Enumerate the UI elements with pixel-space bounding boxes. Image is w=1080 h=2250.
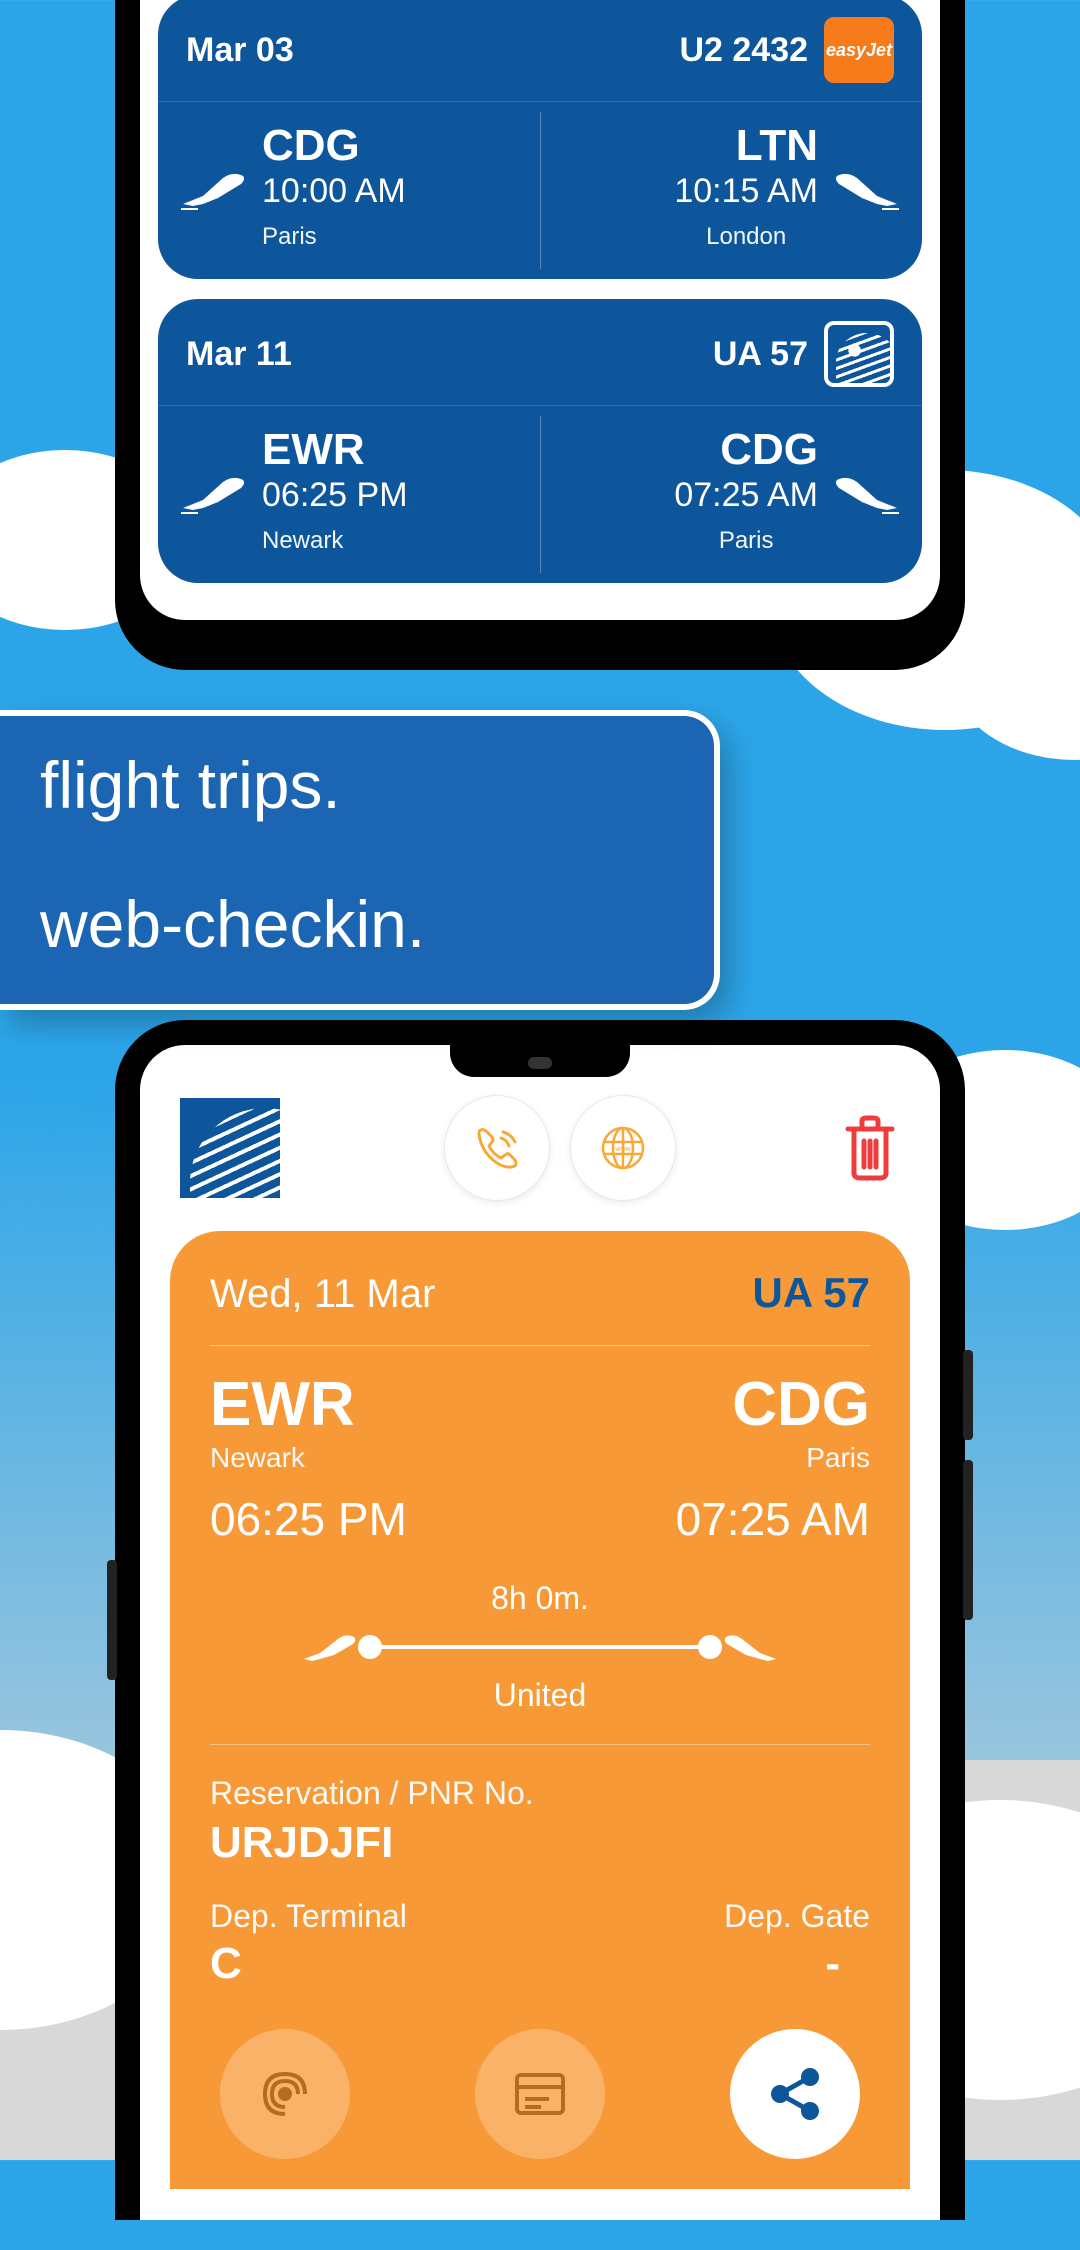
- arrival-code: CDG: [674, 428, 818, 472]
- divider: [210, 1744, 870, 1745]
- flight-number: UA 57: [713, 335, 808, 374]
- promo-line-1: flight trips.: [40, 746, 674, 825]
- detail-date: Wed, 11 Mar: [210, 1272, 435, 1317]
- radar-icon: [250, 2059, 320, 2129]
- phone-side-button: [963, 1350, 973, 1440]
- call-button[interactable]: [444, 1095, 550, 1201]
- globe-icon: www: [595, 1120, 651, 1176]
- detail-arrival-time: 07:25 AM: [676, 1492, 870, 1546]
- divider: [540, 416, 541, 573]
- airline-name: United: [210, 1677, 870, 1714]
- departure-city: Paris: [262, 223, 406, 251]
- plane-takeoff-icon: [178, 470, 248, 514]
- plane-landing-icon: [832, 470, 902, 514]
- phone-mockup-detail: www Wed, 11 Mar UA 57 EWR Newar: [115, 1020, 965, 2220]
- promo-banner: flight trips. web-checkin.: [0, 710, 720, 1010]
- action-button-boarding-pass[interactable]: [475, 2029, 605, 2159]
- dep-terminal-value: C: [210, 1939, 407, 1989]
- flight-duration: 8h 0m.: [210, 1580, 870, 1617]
- card-icon: [505, 2059, 575, 2129]
- dep-gate-label: Dep. Gate: [724, 1898, 870, 1935]
- phone-side-button: [963, 1460, 973, 1620]
- detail-departure-city: Newark: [210, 1442, 407, 1474]
- flight-progress: [210, 1629, 870, 1665]
- detail-departure-time: 06:25 PM: [210, 1492, 407, 1546]
- united-logo-icon: [824, 321, 894, 387]
- plane-landing-icon: [720, 1629, 780, 1665]
- departure-time: 06:25 PM: [262, 476, 408, 515]
- easyjet-logo-icon: easyJet: [824, 17, 894, 83]
- share-icon: [762, 2061, 828, 2127]
- phone-side-button: [107, 1560, 117, 1680]
- departure-time: 10:00 AM: [262, 172, 406, 211]
- departure-city: Newark: [262, 527, 408, 555]
- detail-arrival-city: Paris: [676, 1442, 870, 1474]
- detail-flight-number: UA 57: [753, 1269, 871, 1317]
- svg-text:www: www: [614, 1146, 631, 1153]
- arrival-city: Paris: [674, 527, 818, 555]
- plane-landing-icon: [832, 166, 902, 210]
- phone-mockup-trips: Mar 03 U2 2432 easyJet: [115, 0, 965, 670]
- phone-notch: [450, 1045, 630, 1077]
- flight-date: Mar 11: [186, 335, 292, 374]
- detail-departure-code: EWR: [210, 1374, 407, 1436]
- promo-line-2: web-checkin.: [40, 885, 674, 964]
- flight-detail-card: Wed, 11 Mar UA 57 EWR Newark 06:25 PM CD…: [170, 1231, 910, 2189]
- dep-terminal-label: Dep. Terminal: [210, 1898, 407, 1935]
- flight-date: Mar 03: [186, 31, 294, 70]
- detail-arrival-code: CDG: [676, 1374, 870, 1436]
- arrival-time: 10:15 AM: [674, 172, 818, 211]
- plane-takeoff-icon: [178, 166, 248, 210]
- plane-takeoff-icon: [300, 1629, 360, 1665]
- arrival-time: 07:25 AM: [674, 476, 818, 515]
- dep-gate-value: -: [724, 1939, 870, 1989]
- united-logo-icon: [180, 1098, 280, 1198]
- share-button[interactable]: [730, 2029, 860, 2159]
- arrival-code: LTN: [674, 124, 818, 168]
- flight-card[interactable]: Mar 03 U2 2432 easyJet: [158, 0, 922, 279]
- delete-button[interactable]: [840, 1113, 900, 1183]
- pnr-label: Reservation / PNR No.: [210, 1775, 870, 1812]
- web-button[interactable]: www: [570, 1095, 676, 1201]
- departure-code: CDG: [262, 124, 406, 168]
- action-button-radar[interactable]: [220, 2029, 350, 2159]
- flight-card[interactable]: Mar 11 UA 57 EWR: [158, 299, 922, 583]
- flight-number: U2 2432: [679, 31, 808, 70]
- phone-icon: [469, 1120, 525, 1176]
- pnr-value: URJDJFI: [210, 1818, 870, 1868]
- departure-code: EWR: [262, 428, 408, 472]
- divider: [540, 112, 541, 269]
- arrival-city: London: [674, 223, 818, 251]
